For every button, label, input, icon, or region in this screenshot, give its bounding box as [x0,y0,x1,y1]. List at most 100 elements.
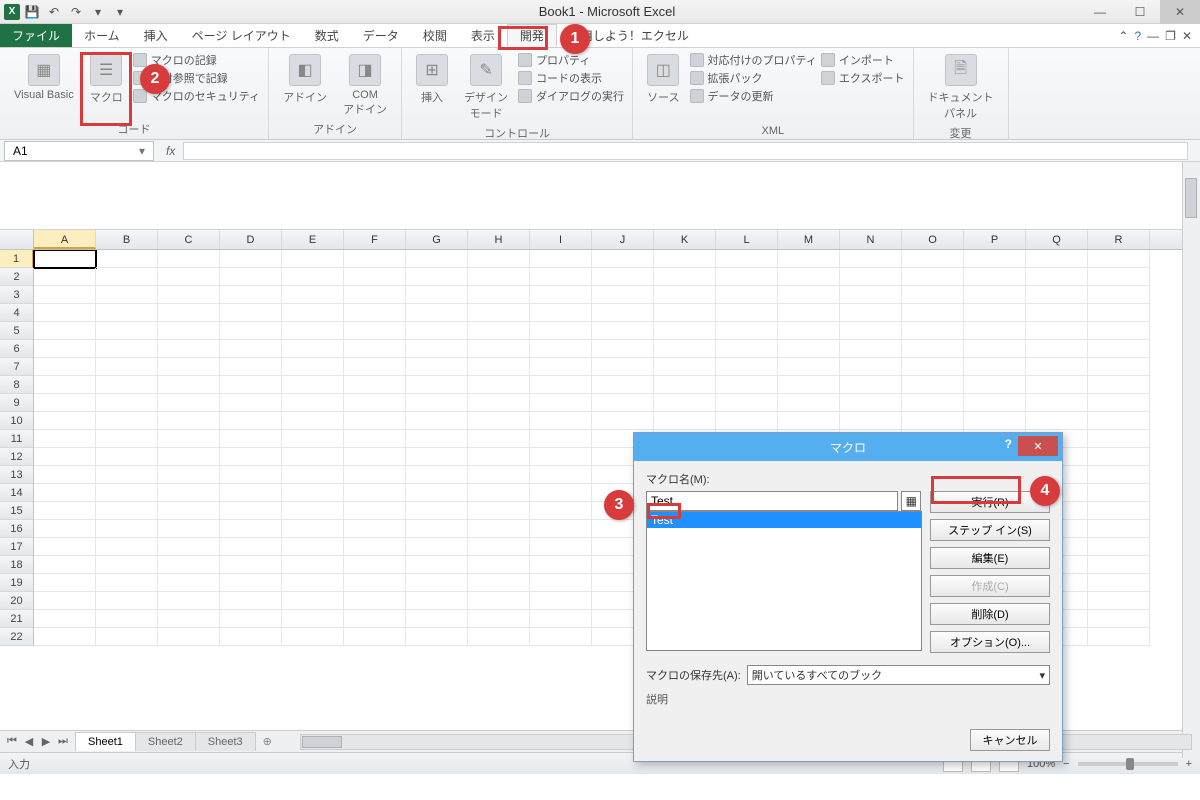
cell[interactable] [220,268,282,286]
cell[interactable] [344,340,406,358]
cell[interactable] [530,268,592,286]
cell[interactable] [840,322,902,340]
cell[interactable] [34,430,96,448]
cell[interactable] [468,628,530,646]
cell[interactable] [34,628,96,646]
view-code-button[interactable]: コードの表示 [518,70,624,86]
cell[interactable] [778,358,840,376]
select-all-corner[interactable] [0,230,34,249]
cell[interactable] [840,412,902,430]
cell[interactable] [1026,358,1088,376]
workbook-restore-icon[interactable]: ❐ [1165,29,1176,43]
cell[interactable] [158,466,220,484]
cell[interactable] [34,538,96,556]
cell[interactable] [1088,322,1150,340]
cell[interactable] [530,466,592,484]
cell[interactable] [592,286,654,304]
cell[interactable] [1088,466,1150,484]
cell[interactable] [716,268,778,286]
workbook-close-icon[interactable]: ✕ [1182,29,1192,43]
sheet-first-icon[interactable]: ⏮ [4,735,20,748]
cell[interactable] [654,322,716,340]
cell[interactable] [468,592,530,610]
cell[interactable] [592,322,654,340]
insert-control-button[interactable]: ⊞挿入 [410,52,454,107]
cell[interactable] [1026,268,1088,286]
cell[interactable] [282,394,344,412]
undo-icon[interactable]: ↶ [44,3,64,21]
dialog-close-button[interactable]: ✕ [1018,436,1058,456]
row-header[interactable]: 14 [0,484,34,502]
cell[interactable] [1088,610,1150,628]
cell[interactable] [406,286,468,304]
cell[interactable] [34,376,96,394]
namebox-dropdown-icon[interactable]: ▾ [139,144,145,158]
cell[interactable] [406,394,468,412]
cell[interactable] [34,466,96,484]
cell[interactable] [530,574,592,592]
cell[interactable] [344,610,406,628]
cell[interactable] [840,394,902,412]
cell[interactable] [96,502,158,520]
cell[interactable] [406,466,468,484]
cell[interactable] [158,556,220,574]
cell[interactable] [96,430,158,448]
cell[interactable] [654,394,716,412]
cell[interactable] [1088,484,1150,502]
cell[interactable] [344,358,406,376]
row-header[interactable]: 5 [0,322,34,340]
cell[interactable] [964,412,1026,430]
cell[interactable] [96,394,158,412]
cell[interactable] [468,358,530,376]
cell[interactable] [654,412,716,430]
cell[interactable] [468,448,530,466]
com-addins-button[interactable]: ◨COM アドイン [337,52,393,119]
cell[interactable] [158,592,220,610]
cell[interactable] [778,268,840,286]
cell[interactable] [96,610,158,628]
cell[interactable] [406,592,468,610]
row-header[interactable]: 4 [0,304,34,322]
cell[interactable] [654,358,716,376]
import-button[interactable]: インポート [821,52,905,68]
cell[interactable] [902,340,964,358]
cell[interactable] [34,502,96,520]
cell[interactable] [902,394,964,412]
cell[interactable] [158,286,220,304]
ribbon-minimize-icon[interactable]: ⌃ [1118,29,1128,43]
cell[interactable] [220,466,282,484]
cell[interactable] [530,412,592,430]
visual-basic-button[interactable]: ▦Visual Basic [8,52,80,103]
cell[interactable] [34,556,96,574]
cell[interactable] [592,394,654,412]
edit-button[interactable]: 編集(E) [930,547,1050,569]
cell[interactable] [592,250,654,268]
cell[interactable] [158,448,220,466]
cell[interactable] [282,574,344,592]
cell[interactable] [406,448,468,466]
macro-list-item[interactable]: Test [647,512,921,528]
expansion-button[interactable]: 拡張パック [690,70,817,86]
column-header[interactable]: C [158,230,220,249]
cell[interactable] [778,376,840,394]
cell[interactable] [158,628,220,646]
cell[interactable] [96,286,158,304]
cell[interactable] [406,250,468,268]
cell[interactable] [96,484,158,502]
properties-button[interactable]: プロパティ [518,52,624,68]
row-header[interactable]: 10 [0,412,34,430]
cell[interactable] [282,376,344,394]
cell[interactable] [220,538,282,556]
cell[interactable] [406,610,468,628]
cell[interactable] [1088,250,1150,268]
cell[interactable] [220,448,282,466]
cell[interactable] [778,412,840,430]
cell[interactable] [282,304,344,322]
cell[interactable] [158,610,220,628]
dialog-help-icon[interactable]: ? [1005,437,1012,451]
column-header[interactable]: F [344,230,406,249]
addins-button[interactable]: ◧アドイン [277,52,333,107]
cell[interactable] [1088,430,1150,448]
cell[interactable] [778,340,840,358]
cell[interactable] [1026,394,1088,412]
